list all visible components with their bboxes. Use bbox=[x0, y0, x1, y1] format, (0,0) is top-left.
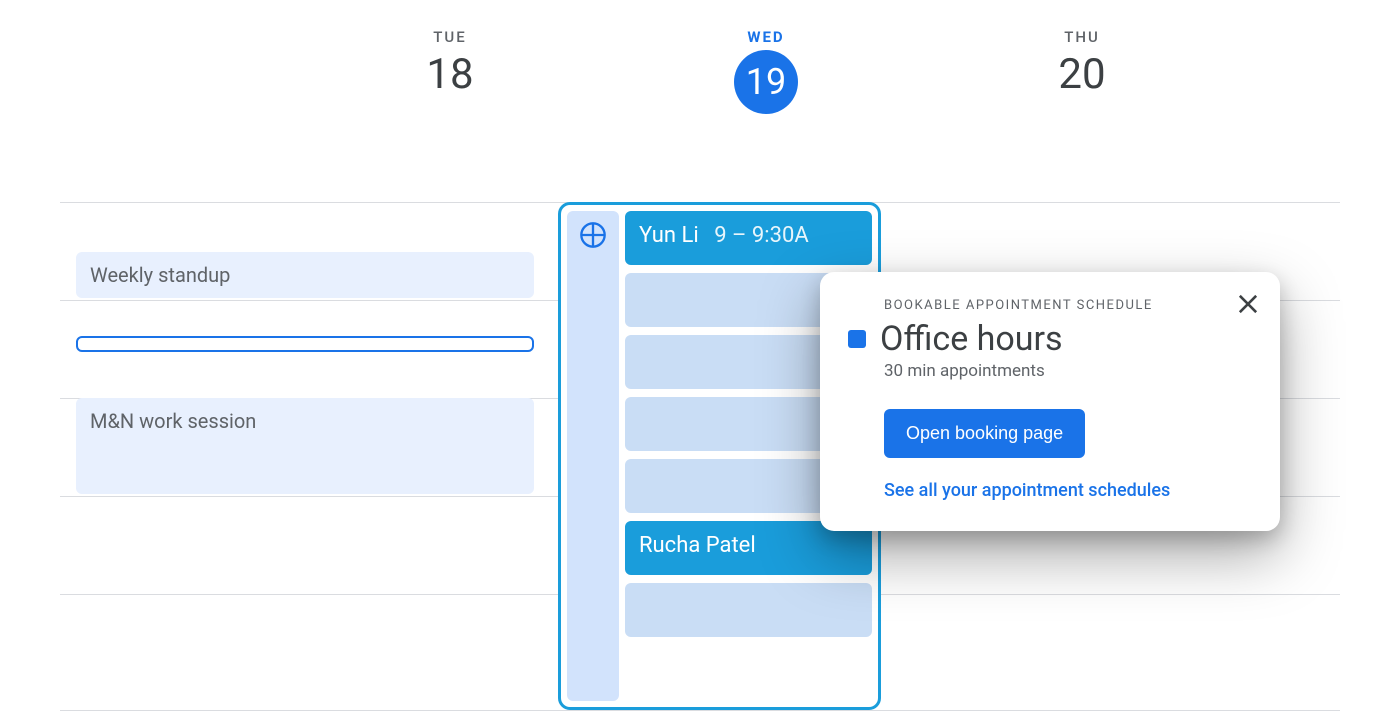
see-all-schedules-link[interactable]: See all your appointment schedules bbox=[884, 480, 1252, 501]
day-of-month: 19 bbox=[734, 50, 798, 114]
appointment-slot-booked[interactable]: Yun Li 9 – 9:30A bbox=[625, 211, 872, 265]
popover-category-label: BOOKABLE APPOINTMENT SCHEDULE bbox=[884, 298, 1252, 313]
close-icon bbox=[1234, 303, 1262, 322]
appointment-schedule-popover: BOOKABLE APPOINTMENT SCHEDULE Office hou… bbox=[820, 272, 1280, 531]
appointment-schedule-strip[interactable] bbox=[567, 211, 619, 701]
event-title: Weekly standup bbox=[90, 263, 230, 287]
day-header-thu[interactable]: THU 20 bbox=[924, 0, 1240, 150]
open-booking-page-button[interactable]: Open booking page bbox=[884, 409, 1085, 458]
day-of-week: TUE bbox=[433, 28, 466, 46]
day-header-tue[interactable]: TUE 18 bbox=[292, 0, 608, 150]
day-of-month: 20 bbox=[1058, 50, 1105, 99]
day-column-tue[interactable]: Weekly standup M&N work session bbox=[60, 150, 550, 710]
day-header-wed[interactable]: WED 19 bbox=[608, 0, 924, 150]
close-button[interactable] bbox=[1234, 290, 1262, 318]
calendar-event[interactable]: Weekly standup bbox=[76, 252, 534, 298]
day-of-week: WED bbox=[747, 28, 784, 46]
popover-subtitle: 30 min appointments bbox=[884, 361, 1252, 381]
event-title: M&N work session bbox=[90, 409, 256, 433]
appointment-slot-open[interactable] bbox=[625, 583, 872, 637]
day-of-week: THU bbox=[1064, 28, 1100, 46]
day-of-month: 18 bbox=[426, 50, 473, 99]
calendar-color-swatch bbox=[848, 330, 866, 348]
appointment-name: Yun Li bbox=[639, 223, 699, 248]
calendar-event-placeholder[interactable] bbox=[76, 336, 534, 352]
popover-title: Office hours bbox=[880, 319, 1063, 359]
appointment-name: Rucha Patel bbox=[639, 533, 756, 558]
schedule-grid-icon bbox=[579, 221, 607, 701]
calendar-event[interactable]: M&N work session bbox=[76, 398, 534, 494]
appointment-time: 9 – 9:30A bbox=[714, 223, 809, 248]
